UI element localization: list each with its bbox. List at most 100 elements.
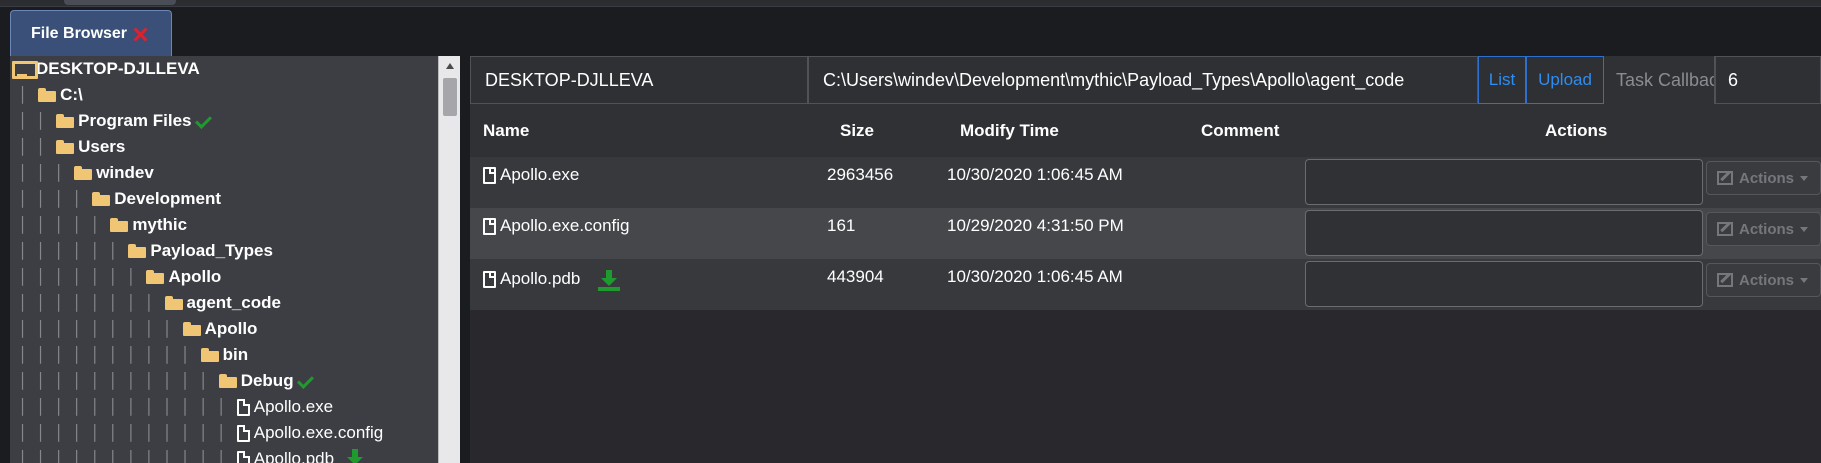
tree-node[interactable]: │ │ │ │ │ │ │ Apollo (18, 264, 221, 290)
column-header-name[interactable]: Name (483, 121, 529, 141)
task-callback-input[interactable]: 6 (1715, 56, 1821, 104)
tree-node[interactable]: │ │ │ windev (18, 160, 154, 186)
file-name-cell: Apollo.pdb (483, 267, 624, 291)
host-field[interactable]: DESKTOP-DJLLEVA (470, 56, 808, 104)
file-modify-time: 10/30/2020 1:06:45 AM (947, 267, 1123, 286)
tree-node[interactable]: │ │ Program Files (18, 108, 216, 134)
column-header-modified[interactable]: Modify Time (960, 121, 1059, 141)
folder-icon (218, 374, 237, 388)
check-icon (298, 375, 314, 387)
file-icon (483, 217, 496, 235)
tree-guide: │ │ │ │ (18, 190, 91, 208)
tab-label: File Browser (31, 24, 128, 42)
folder-icon (56, 114, 75, 128)
tree-node[interactable]: │ │ │ │ │ │ │ │ │ Apollo (18, 316, 257, 342)
table-row[interactable]: Apollo.exe 2963456 10/30/2020 1:06:45 AM Ac… (470, 157, 1821, 208)
tree-guide: │ │ │ │ │ │ │ │ │ │ │ (18, 372, 217, 390)
file-icon (236, 450, 250, 463)
comment-input[interactable] (1305, 210, 1703, 256)
folder-icon (110, 218, 129, 232)
tree-node[interactable]: │ │ │ │ │ mythic (18, 212, 187, 238)
comment-input[interactable] (1305, 159, 1703, 205)
file-name[interactable]: Apollo.pdb (500, 269, 580, 289)
tree-guide: │ │ │ (18, 164, 73, 182)
scroll-up-icon[interactable] (446, 63, 454, 69)
actions-dropdown-button[interactable]: Actions (1706, 161, 1821, 195)
tree-guide: │ │ │ │ │ │ │ │ │ │ │ │ (18, 398, 235, 416)
tree-guide: │ │ (18, 112, 55, 130)
tree-node[interactable]: │ │ Users (18, 134, 125, 160)
tree-node[interactable]: │ │ │ │ │ │ │ │ agent_code (18, 290, 281, 316)
download-icon[interactable] (598, 269, 621, 291)
actions-label: Actions (1739, 271, 1795, 289)
tree-node-label: windev (96, 163, 154, 182)
file-size: 443904 (827, 267, 884, 286)
file-icon (236, 424, 250, 442)
tree-node[interactable]: │ │ │ │ Development (18, 186, 221, 212)
file-name-cell: Apollo.exe (483, 165, 579, 185)
upload-button[interactable]: Upload (1526, 56, 1604, 104)
top-strip-highlight (64, 0, 176, 5)
download-icon[interactable] (344, 448, 366, 463)
file-icon (236, 398, 250, 416)
tree-guide: │ │ │ │ │ │ │ │ (18, 294, 163, 312)
table-row[interactable]: Apollo.pdb 443904 10/30/2020 1:06:45 AM Act… (470, 259, 1821, 310)
file-icon (483, 270, 496, 288)
top-strip (0, 0, 1821, 7)
edit-icon (1717, 171, 1733, 185)
monitor-icon (12, 60, 38, 79)
file-icon (483, 166, 496, 184)
tree-node[interactable]: │ │ │ │ │ │ Payload_Types (18, 238, 273, 264)
tree-node-label: Apollo.pdb (253, 449, 335, 463)
folder-icon (182, 322, 201, 336)
file-tree: DESKTOP-DJLLEVA │ C:\ │ │ Program Files │ │… (10, 56, 448, 463)
tree-guide: │ │ │ │ │ │ │ │ │ │ (18, 346, 199, 364)
close-icon[interactable] (131, 25, 149, 43)
actions-dropdown-button[interactable]: Actions (1706, 212, 1821, 246)
scroll-thumb[interactable] (443, 78, 457, 116)
tree-node-label: mythic (132, 215, 188, 234)
panel-gap (460, 56, 470, 463)
tree-scrollbar[interactable] (438, 56, 460, 463)
folder-icon (146, 270, 165, 284)
file-name[interactable]: Apollo.exe (500, 165, 579, 185)
actions-label: Actions (1739, 220, 1795, 238)
tree-node[interactable]: │ │ │ │ │ │ │ │ │ │ │ Debug (18, 368, 318, 394)
caret-down-icon (1800, 277, 1809, 283)
tree-node[interactable]: │ C:\ (18, 82, 83, 108)
actions-label: Actions (1739, 169, 1795, 187)
tree-node-label: Debug (240, 371, 294, 390)
tree-node[interactable]: │ │ │ │ │ │ │ │ │ │ │ │ Apollo.pdb (18, 446, 370, 463)
tab-file-browser[interactable]: File Browser (10, 10, 172, 56)
tree-guide: │ │ │ │ │ │ │ │ │ │ │ │ (18, 424, 235, 442)
folder-icon (164, 296, 183, 310)
folder-icon (38, 88, 57, 102)
column-header-comment[interactable]: Comment (1201, 121, 1279, 141)
tree-guide: │ │ │ │ │ │ │ │ │ (18, 320, 181, 338)
file-modify-time: 10/29/2020 4:31:50 PM (947, 216, 1124, 235)
list-button[interactable]: List (1478, 56, 1526, 104)
tree-guide: │ │ (18, 138, 55, 156)
caret-down-icon (1800, 175, 1809, 181)
tree-node-label: agent_code (186, 293, 281, 312)
table-row[interactable]: Apollo.exe.config 161 10/29/2020 4:31:50 P… (470, 208, 1821, 259)
tree-node[interactable]: │ │ │ │ │ │ │ │ │ │ │ │ Apollo.exe.confi… (18, 420, 383, 446)
tree-node-label: bin (222, 345, 249, 364)
file-name-cell: Apollo.exe.config (483, 216, 629, 236)
tree-node-label: Apollo.exe.config (253, 423, 384, 442)
actions-dropdown-button[interactable]: Actions (1706, 263, 1821, 297)
folder-icon (56, 140, 75, 154)
tree-node[interactable]: │ │ │ │ │ │ │ │ │ │ bin (18, 342, 248, 368)
tree-node-label: Users (78, 137, 126, 156)
file-name[interactable]: Apollo.exe.config (500, 216, 629, 236)
table-header: Name Size Modify Time Comment Actions (470, 104, 1821, 157)
tree-node[interactable]: │ │ │ │ │ │ │ │ │ │ │ │ Apollo.exe (18, 394, 333, 420)
column-header-size[interactable]: Size (840, 121, 874, 141)
path-field[interactable]: C:\Users\windev\Development\mythic\Paylo… (808, 56, 1478, 104)
check-icon (196, 115, 212, 127)
tree-guide: │ │ │ │ │ │ (18, 242, 127, 260)
comment-input[interactable] (1305, 261, 1703, 307)
tree-node[interactable]: DESKTOP-DJLLEVA (12, 56, 200, 82)
tree-node-label: Payload_Types (150, 241, 273, 260)
tree-guide: │ │ │ │ │ (18, 216, 109, 234)
